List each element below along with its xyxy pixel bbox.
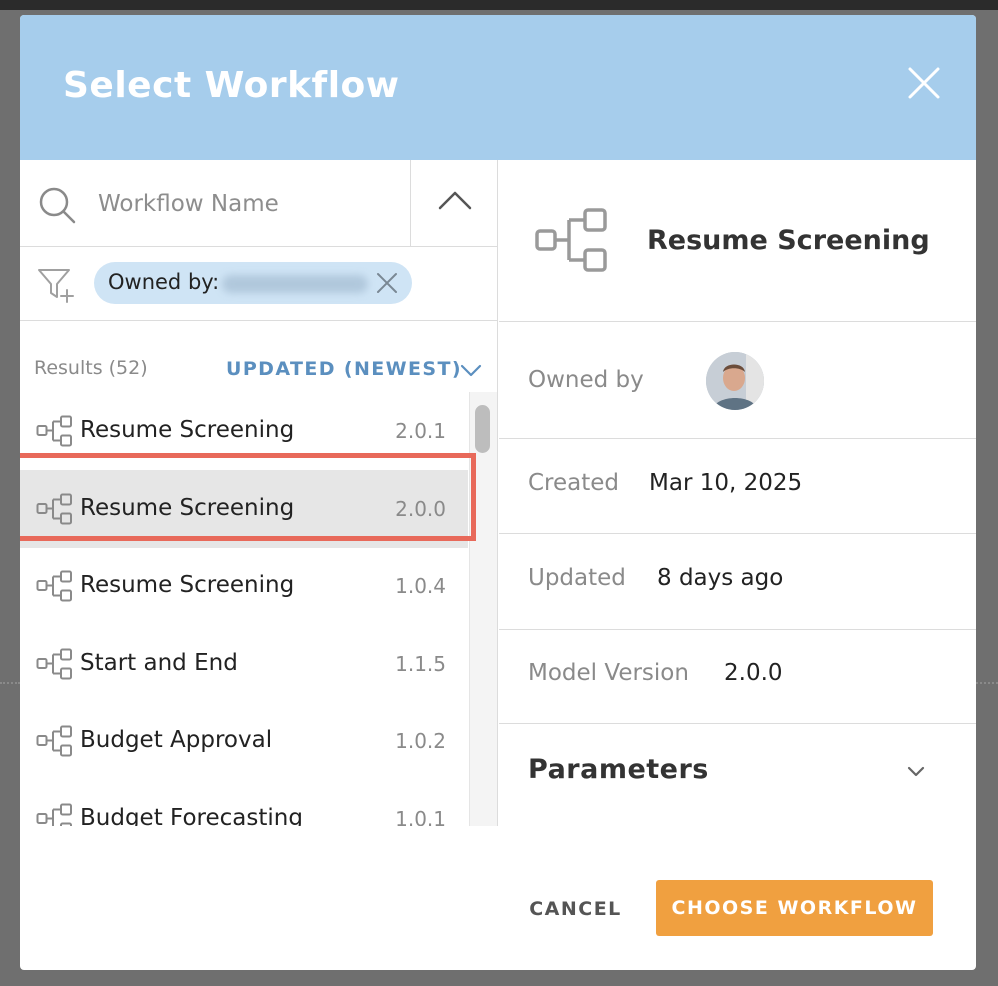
parameters-section-toggle[interactable]: Parameters: [499, 722, 976, 826]
choose-workflow-button[interactable]: CHOOSE WORKFLOW: [656, 880, 933, 936]
workflow-icon: [36, 415, 72, 447]
modal-title: Select Workflow: [63, 65, 400, 106]
workflow-name: Resume Screening: [80, 572, 295, 598]
filter-chip-label: Owned by:: [108, 270, 220, 294]
chevron-down-icon: [460, 364, 482, 377]
scrollbar-thumb[interactable]: [475, 405, 490, 453]
sort-dropdown[interactable]: UPDATED (NEWEST): [226, 358, 482, 380]
updated-value: 8 days ago: [657, 565, 784, 591]
created-row: Created Mar 10, 2025: [499, 440, 976, 534]
search-bar: [20, 160, 498, 247]
detail-title: Resume Screening: [647, 225, 930, 256]
workflow-detail-panel: Resume Screening Owned by Created Mar 10…: [499, 160, 976, 826]
workflow-list-item[interactable]: Budget Approval 1.0.2: [20, 702, 468, 780]
workflow-name: Budget Forecasting: [80, 804, 303, 827]
workflow-icon: [36, 493, 72, 524]
workflow-icon: [36, 725, 72, 757]
workflow-list-item[interactable]: Resume Screening 2.0.0: [20, 469, 468, 548]
parameters-label: Parameters: [528, 754, 709, 785]
chevron-up-icon: [438, 191, 472, 210]
chevron-down-icon: [907, 766, 925, 777]
workflow-name: Resume Screening: [80, 494, 295, 521]
workflow-version: 1.0.4: [395, 574, 446, 598]
backdrop-divider: [976, 682, 998, 684]
workflow-icon: [36, 803, 72, 826]
owner-avatar: [706, 352, 764, 410]
updated-label: Updated: [528, 565, 626, 591]
model-version-label: Model Version: [528, 660, 689, 686]
remove-filter-icon[interactable]: [375, 271, 399, 295]
workflow-list-item[interactable]: Resume Screening 2.0.1: [20, 392, 468, 470]
owned-by-row: Owned by: [499, 323, 976, 439]
model-version-value: 2.0.0: [724, 660, 783, 686]
scrollbar-track[interactable]: [469, 392, 497, 826]
workflow-version: 2.0.0: [395, 496, 446, 521]
workflow-list: Resume Screening 2.0.1 Resume Screening 2.0…: [20, 392, 468, 826]
close-button[interactable]: [904, 63, 944, 103]
created-value: Mar 10, 2025: [649, 470, 803, 496]
detail-header: Resume Screening: [499, 160, 976, 322]
workflow-list-item[interactable]: Budget Forecasting 1.0.1: [20, 780, 468, 827]
results-count: Results (52): [34, 357, 148, 379]
backdrop-divider: [0, 682, 20, 684]
workflow-icon: [36, 570, 72, 602]
cancel-button[interactable]: CANCEL: [508, 881, 643, 937]
sort-label: UPDATED (NEWEST): [226, 358, 462, 380]
filter-bar: Owned by:: [20, 248, 498, 321]
workflow-icon: [36, 648, 72, 679]
model-version-row: Model Version 2.0.0: [499, 631, 976, 724]
backdrop-bar: [0, 0, 998, 10]
workflow-version: 1.0.2: [395, 729, 446, 753]
updated-row: Updated 8 days ago: [499, 535, 976, 630]
owner-filter-chip[interactable]: Owned by:: [94, 262, 412, 304]
workflow-version: 1.1.5: [395, 651, 446, 676]
workflow-name: Budget Approval: [80, 727, 273, 753]
workflow-version: 2.0.1: [395, 419, 446, 443]
workflow-list-item[interactable]: Resume Screening 1.0.4: [20, 547, 468, 625]
workflow-icon: [535, 208, 607, 272]
modal-header: Select Workflow: [20, 15, 976, 160]
close-icon: [908, 67, 940, 99]
collapse-button[interactable]: [410, 160, 498, 247]
search-icon: [39, 187, 76, 224]
created-label: Created: [528, 470, 620, 496]
workflow-version: 1.0.1: [395, 806, 446, 827]
modal-footer: CANCEL CHOOSE WORKFLOW: [20, 826, 976, 970]
workflow-name: Resume Screening: [80, 417, 295, 443]
select-workflow-modal: Select Workflow Workflow Name Owned by: …: [20, 15, 976, 970]
workflow-list-panel: Owned by: Results (52) UPDATED (NEWEST) …: [20, 160, 498, 826]
workflow-search-input[interactable]: [98, 182, 398, 226]
owned-by-label: Owned by: [528, 367, 644, 393]
filter-add-icon[interactable]: [36, 266, 76, 304]
redacted-owner-name: [222, 275, 368, 293]
workflow-name: Start and End: [80, 649, 238, 676]
workflow-list-item[interactable]: Start and End 1.1.5: [20, 625, 468, 703]
